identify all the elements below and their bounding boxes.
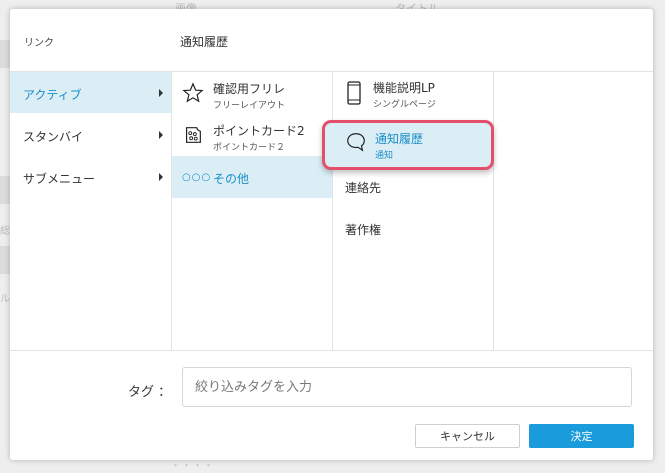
page-item-copyright[interactable]: 著作権 [333,208,493,248]
menu-columns: アクティブ スタンバイ サブメニュー 確認用フリレ フリーレイアウト ポイントカ… [10,72,653,351]
more-dots-icon: ○○○ [182,172,212,183]
page-item-title: 著作権 [345,223,382,237]
page-item-subtitle: シングルページ [373,100,436,110]
submenu-item-title: ポイントカード2 [213,124,305,138]
menu-item-label: スタンバイ [23,130,84,144]
tag-filter-input[interactable] [182,367,632,407]
submenu-item-free-layout[interactable]: 確認用フリレ フリーレイアウト [172,72,332,114]
cancel-button[interactable]: キャンセル [415,424,520,448]
link-value: 通知履歴 [180,35,229,49]
submenu-item-title: 確認用フリレ [213,82,286,96]
page-column: 機能説明LP シングルページ 連絡先 著作権 [333,72,494,350]
tag-label: タグ ： [128,385,172,400]
bg-side-char: 総 [0,226,10,237]
star-icon [182,82,204,103]
chevron-right-icon [159,89,163,97]
chevron-right-icon [159,131,163,139]
page-item-title: 機能説明LP [373,81,435,95]
bg-side-char: ル [0,294,10,305]
page-item-title: 通知履歴 [375,132,424,146]
page-item-title: 連絡先 [345,181,382,195]
page-item-contact[interactable]: 連絡先 [333,166,493,206]
menu-item-standby[interactable]: スタンバイ [10,114,171,155]
ok-button[interactable]: 決定 [529,424,634,448]
link-label: リンク [24,38,54,49]
page-item-subtitle: 通知 [375,151,394,161]
menu-column: アクティブ スタンバイ サブメニュー [10,72,172,350]
menu-item-label: アクティブ [23,88,82,102]
page-item-notification-history[interactable]: 通知履歴 通知 [322,120,494,170]
submenu-item-subtitle: フリーレイアウト [213,101,286,111]
submenu-item-subtitle: ポイントカード２ [213,143,286,153]
menu-item-submenu[interactable]: サブメニュー [10,156,171,197]
link-select-modal: リンク 通知履歴 アクティブ スタンバイ サブメニュー 確認用フリレ フリーレイ… [10,9,653,460]
stamp-card-icon [185,127,201,143]
menu-item-active[interactable]: アクティブ [10,72,171,113]
menu-item-label: サブメニュー [23,172,96,186]
submenu-item-title: その他 [213,172,250,186]
submenu-column: 確認用フリレ フリーレイアウト ポイントカード2 ポイントカード２ ○○○ その… [172,72,333,350]
page-item-feature-lp[interactable]: 機能説明LP シングルページ [333,72,493,112]
submenu-item-other[interactable]: ○○○ その他 [172,156,332,198]
submenu-item-point-card[interactable]: ポイントカード2 ポイントカード２ [172,114,332,156]
chevron-right-icon [159,173,163,181]
link-row: リンク 通知履歴 [10,9,653,72]
smartphone-icon [347,81,361,105]
speech-bubble-icon [347,133,365,152]
